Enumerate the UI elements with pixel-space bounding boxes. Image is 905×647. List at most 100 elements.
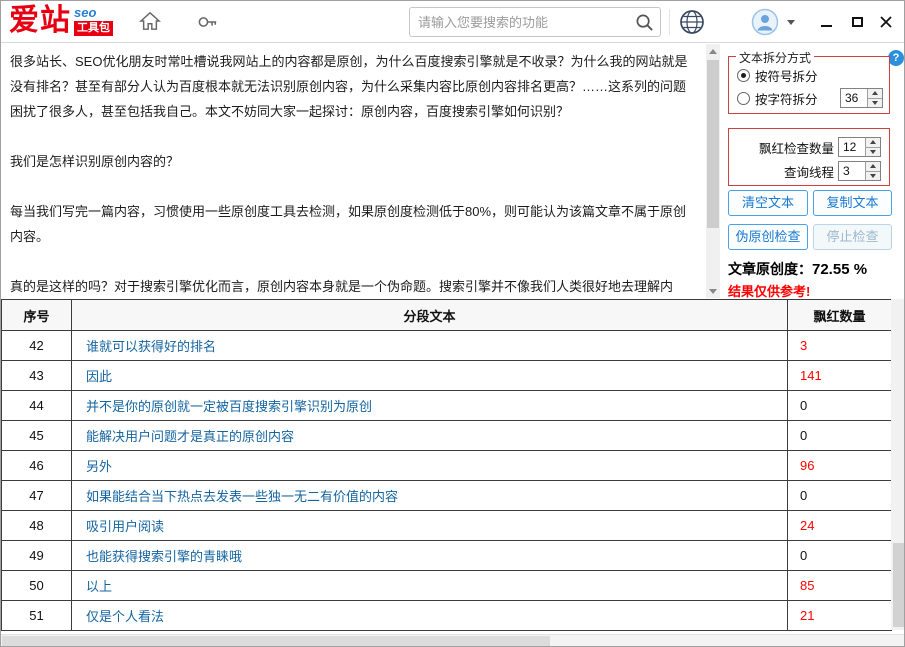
char-count-up-icon[interactable]	[868, 89, 882, 98]
red-count: 0	[788, 541, 892, 571]
segment-table: 序号 分段文本 飘红数量 42 谁就可以获得好的排名 3 43 因此 141 4…	[1, 299, 892, 631]
segment-text: 仅是个人看法	[72, 601, 788, 631]
red-count: 96	[788, 451, 892, 481]
red-check-input[interactable]	[839, 138, 865, 156]
threads-input[interactable]	[839, 162, 865, 180]
table-scrollbar[interactable]	[891, 299, 905, 630]
row-number: 46	[2, 451, 72, 481]
column-header-red-count: 飘红数量	[788, 300, 892, 331]
scroll-down-icon[interactable]	[706, 284, 720, 298]
titlebar: 爱站 seo 工具包	[1, 1, 904, 43]
segment-table-body: 42 谁就可以获得好的排名 3 43 因此 141 44 并不是你的原创就一定被…	[2, 331, 892, 631]
maximize-icon	[852, 17, 863, 27]
row-number: 45	[2, 421, 72, 451]
split-method-group: 文本拆分方式 按符号拆分 按字符拆分	[728, 56, 890, 114]
clear-text-button[interactable]: 清空文本	[728, 190, 808, 216]
home-icon[interactable]	[139, 11, 161, 31]
help-icon[interactable]: ?	[888, 50, 904, 66]
table-row[interactable]: 49 也能获得搜索引擎的青睐哦 0	[2, 541, 892, 571]
logo-secondary: seo 工具包	[74, 6, 113, 36]
threads-down-icon[interactable]	[866, 171, 880, 181]
red-count: 3	[788, 331, 892, 361]
row-number: 47	[2, 481, 72, 511]
table-row[interactable]: 50 以上 85	[2, 571, 892, 601]
char-count-down-icon[interactable]	[868, 98, 882, 108]
red-count: 141	[788, 361, 892, 391]
article-editor: 很多站长、SEO优化朋友时常吐槽说我网站上的内容都是原创，为什么百度搜索引擎就是…	[2, 44, 706, 298]
segment-text: 以上	[72, 571, 788, 601]
search-box	[409, 7, 661, 37]
threads-label: 查询线程	[784, 162, 834, 181]
row-number: 44	[2, 391, 72, 421]
segment-text: 谁就可以获得好的排名	[72, 331, 788, 361]
segment-text: 也能获得搜索引擎的青睐哦	[72, 541, 788, 571]
app-window: 爱站 seo 工具包	[0, 0, 905, 647]
search-input[interactable]	[410, 15, 628, 30]
red-count: 0	[788, 481, 892, 511]
split-method-title: 文本拆分方式	[736, 49, 814, 66]
column-header-segment-text: 分段文本	[72, 300, 788, 331]
segment-text: 因此	[72, 361, 788, 391]
radio-by-char-label: 按字符拆分	[755, 89, 818, 108]
article-textarea[interactable]: 很多站长、SEO优化朋友时常吐槽说我网站上的内容都是原创，为什么百度搜索引擎就是…	[2, 44, 706, 298]
red-count: 85	[788, 571, 892, 601]
table-row[interactable]: 44 并不是你的原创就一定被百度搜索引擎识别为原创 0	[2, 391, 892, 421]
char-count-input[interactable]	[841, 89, 867, 107]
row-number: 42	[2, 331, 72, 361]
scroll-up-icon[interactable]	[706, 44, 720, 58]
copy-text-button[interactable]: 复制文本	[813, 190, 892, 216]
red-check-label: 飘红检查数量	[759, 138, 834, 157]
table-row[interactable]: 51 仅是个人看法 21	[2, 601, 892, 631]
result-disclaimer: 结果仅供参考!	[728, 281, 810, 300]
check-options-group: 飘红检查数量 查询线程	[728, 128, 890, 186]
threads-row: 查询线程	[735, 161, 881, 181]
check-originality-button[interactable]: 伪原创检查	[728, 224, 808, 250]
originality-label: 文章原创度：	[728, 261, 812, 277]
editor-scrollbar[interactable]	[706, 44, 720, 298]
table-row[interactable]: 42 谁就可以获得好的排名 3	[2, 331, 892, 361]
horizontal-scrollbar[interactable]	[1, 634, 904, 647]
table-row[interactable]: 46 另外 96	[2, 451, 892, 481]
editor-scrollbar-thumb[interactable]	[707, 60, 719, 228]
table-row[interactable]: 43 因此 141	[2, 361, 892, 391]
stop-check-button[interactable]: 停止检查	[813, 224, 892, 250]
horizontal-scrollbar-thumb[interactable]	[2, 636, 550, 647]
table-row[interactable]: 47 如果能结合当下热点去发表一些独一无二有价值的内容 0	[2, 481, 892, 511]
red-check-row: 飘红检查数量	[735, 137, 881, 157]
red-check-down-icon[interactable]	[866, 147, 880, 157]
row-number: 51	[2, 601, 72, 631]
globe-icon[interactable]	[679, 9, 705, 35]
segment-text: 吸引用户阅读	[72, 511, 788, 541]
red-count: 0	[788, 421, 892, 451]
close-button[interactable]	[875, 13, 897, 31]
titlebar-divider	[669, 9, 670, 35]
search-icon[interactable]	[628, 8, 660, 36]
table-row[interactable]: 48 吸引用户阅读 24	[2, 511, 892, 541]
split-by-symbol-option: 按符号拆分	[737, 66, 883, 85]
segment-text: 能解决用户问题才是真正的原创内容	[72, 421, 788, 451]
radio-by-symbol[interactable]	[737, 69, 750, 82]
originality-value: 72.55 %	[812, 261, 867, 278]
segment-text: 如果能结合当下热点去发表一些独一无二有价值的内容	[72, 481, 788, 511]
radio-by-symbol-label: 按符号拆分	[755, 66, 818, 85]
table-header-row: 序号 分段文本 飘红数量	[2, 300, 892, 331]
user-menu-caret-icon[interactable]	[787, 20, 795, 25]
char-count-stepper	[840, 88, 883, 108]
threads-up-icon[interactable]	[866, 162, 880, 171]
maximize-button[interactable]	[846, 13, 868, 31]
user-avatar-icon[interactable]	[751, 8, 779, 36]
row-number: 49	[2, 541, 72, 571]
row-number: 50	[2, 571, 72, 601]
threads-stepper	[838, 161, 881, 181]
key-icon[interactable]	[197, 12, 219, 32]
logo-text-main: 爱站	[9, 4, 71, 38]
segment-text: 另外	[72, 451, 788, 481]
red-check-up-icon[interactable]	[866, 138, 880, 147]
minimize-icon	[821, 25, 832, 27]
segment-text: 并不是你的原创就一定被百度搜索引擎识别为原创	[72, 391, 788, 421]
red-count: 21	[788, 601, 892, 631]
table-scrollbar-thumb[interactable]	[893, 543, 904, 627]
radio-by-char[interactable]	[737, 92, 750, 105]
minimize-button[interactable]	[815, 13, 837, 31]
table-row[interactable]: 45 能解决用户问题才是真正的原创内容 0	[2, 421, 892, 451]
